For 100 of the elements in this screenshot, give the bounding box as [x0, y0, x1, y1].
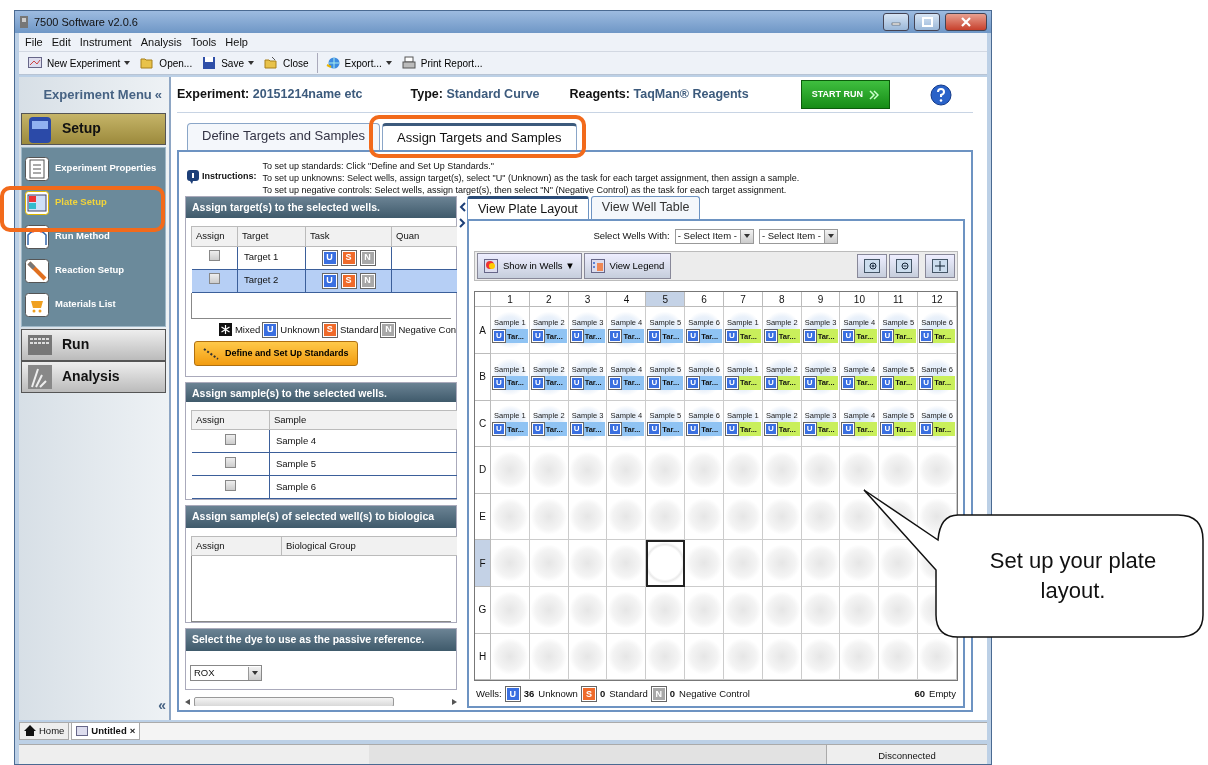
maximize-button[interactable]	[914, 13, 940, 31]
menu-item-label: Plate Setup	[55, 195, 107, 210]
folder-icon	[140, 56, 156, 70]
toolbar-button[interactable]: Print Report...	[396, 54, 488, 72]
menu-section-header[interactable]: Run	[21, 328, 166, 361]
document-tab[interactable]: Home	[19, 721, 70, 740]
menu-item[interactable]: Experiment Properties	[25, 156, 162, 181]
menu-item[interactable]: File	[25, 33, 43, 51]
column-header[interactable]: 3	[568, 292, 608, 308]
toolbar-button[interactable]: Close	[258, 54, 314, 72]
task-badge: S	[322, 322, 337, 337]
menu-section-header[interactable]: Setup	[21, 112, 166, 145]
instructions-label: Instructions:	[202, 169, 257, 183]
instruction-line: To set up negative controls: Select wells, assign target(s), then select "N" (Negative Control) as the task for each target assignment.	[262, 183, 788, 196]
row-header[interactable]: A	[475, 307, 491, 354]
row-header[interactable]: E	[475, 493, 491, 541]
task-badge: U	[531, 330, 544, 343]
toolbar-button[interactable]: Save	[197, 54, 259, 72]
column-header[interactable]: 9	[801, 292, 841, 308]
close-button[interactable]	[945, 13, 987, 31]
menu-item[interactable]: Materials List	[25, 292, 162, 317]
toolbar-button[interactable]	[857, 254, 887, 279]
table-cell: Target 1	[237, 246, 306, 269]
column-header[interactable]: 10	[840, 292, 880, 308]
document-tab[interactable]: Untitled ×	[71, 721, 141, 740]
caret-icon	[828, 234, 834, 239]
help-icon[interactable]	[930, 83, 953, 106]
summary-label: Negative Control	[679, 687, 750, 702]
row-header[interactable]: G	[475, 587, 491, 634]
menu-item[interactable]: Tools	[190, 33, 217, 51]
document-icon	[76, 725, 89, 736]
summary-count: 0	[669, 687, 676, 702]
toolbar-button[interactable]: Open...	[135, 54, 198, 72]
section-label: Setup	[62, 119, 101, 138]
menu-item[interactable]: Reaction Setup	[25, 258, 162, 283]
summary-count: 0	[599, 687, 606, 702]
field-value: Standard Curve	[446, 87, 540, 102]
toolbar-button[interactable]: Show in Wells ▼	[477, 253, 582, 280]
checkbox[interactable]	[224, 479, 236, 491]
tab[interactable]: Assign Targets and Samples	[382, 123, 577, 150]
select-dropdown[interactable]: - Select Item -	[758, 228, 838, 244]
menu-item[interactable]: Instrument	[79, 33, 132, 51]
toolbar-button[interactable]: New Experiment	[23, 54, 136, 72]
field-label: Select Wells With:	[593, 229, 670, 244]
column-header: Quan	[391, 226, 457, 246]
table-row[interactable]: Target 2 U S N	[191, 269, 457, 292]
task-badge[interactable]: U	[322, 250, 337, 265]
collapse-button[interactable]: «	[154, 85, 162, 105]
tab[interactable]: View Well Table	[590, 195, 701, 220]
column-header[interactable]: 12	[918, 292, 957, 308]
toolbar-button[interactable]: View Legend	[583, 253, 672, 280]
tab[interactable]: Define Targets and Samples	[187, 123, 381, 150]
menu-item[interactable]: Edit	[51, 33, 71, 51]
column-header[interactable]: 1	[491, 292, 530, 308]
info-icon	[187, 169, 199, 184]
collapse-button[interactable]: «	[158, 695, 166, 716]
row-header[interactable]: H	[475, 633, 491, 681]
menu-section-header[interactable]: Analysis	[21, 360, 166, 393]
task-badge[interactable]: U	[322, 273, 337, 288]
plate-well[interactable]	[607, 540, 647, 587]
toolbar-button[interactable]	[925, 254, 955, 279]
globe-icon	[325, 56, 341, 70]
plate-well[interactable]	[646, 540, 686, 587]
row-header[interactable]: B	[475, 353, 491, 401]
menu-item[interactable]: Run Method	[25, 224, 162, 249]
zoom-out-icon	[896, 259, 912, 274]
row-header[interactable]: C	[475, 400, 491, 448]
row-header[interactable]: D	[475, 447, 491, 494]
task-badge: U	[687, 330, 700, 343]
dye-dropdown[interactable]: ROX	[190, 665, 262, 681]
minimize-button[interactable]	[883, 13, 909, 31]
tab[interactable]: View Plate Layout	[467, 195, 589, 220]
column-header[interactable]: 4	[607, 292, 647, 308]
menu-item[interactable]: Analysis	[140, 33, 182, 51]
select-dropdown[interactable]: - Select Item -	[674, 228, 754, 244]
summary-label: Empty	[929, 687, 956, 702]
field-value: TaqMan® Reagents	[633, 87, 749, 102]
row-header[interactable]: F	[475, 540, 491, 587]
close-tab-button[interactable]: ×	[129, 723, 136, 738]
menu-item-label: Experiment Properties	[55, 161, 157, 176]
checkbox[interactable]	[208, 249, 220, 261]
column-header[interactable]: 8	[762, 292, 802, 308]
checkbox[interactable]	[224, 456, 236, 468]
section-icon	[26, 362, 54, 391]
plate-well[interactable]	[840, 493, 880, 541]
toolbar-button[interactable]	[889, 254, 919, 279]
instruction-line: To set up standards: Click "Define and Set Up Standards."	[262, 159, 496, 172]
define-standards-button[interactable]: Define and Set Up Standards	[194, 340, 358, 367]
checkbox[interactable]	[208, 272, 220, 284]
button-label: Save	[221, 56, 244, 71]
column-header[interactable]: 7	[724, 292, 763, 308]
column-header[interactable]: 2	[529, 292, 569, 308]
column-header[interactable]: 6	[685, 292, 724, 308]
column-header[interactable]: 5	[646, 292, 686, 308]
toolbar-button[interactable]: Export...	[320, 54, 397, 72]
menu-item[interactable]: Help	[225, 33, 248, 51]
checkbox[interactable]	[224, 433, 236, 445]
task-badge: U	[570, 376, 583, 389]
horizontal-scrollbar[interactable]	[185, 697, 457, 706]
column-header[interactable]: 11	[879, 292, 919, 308]
